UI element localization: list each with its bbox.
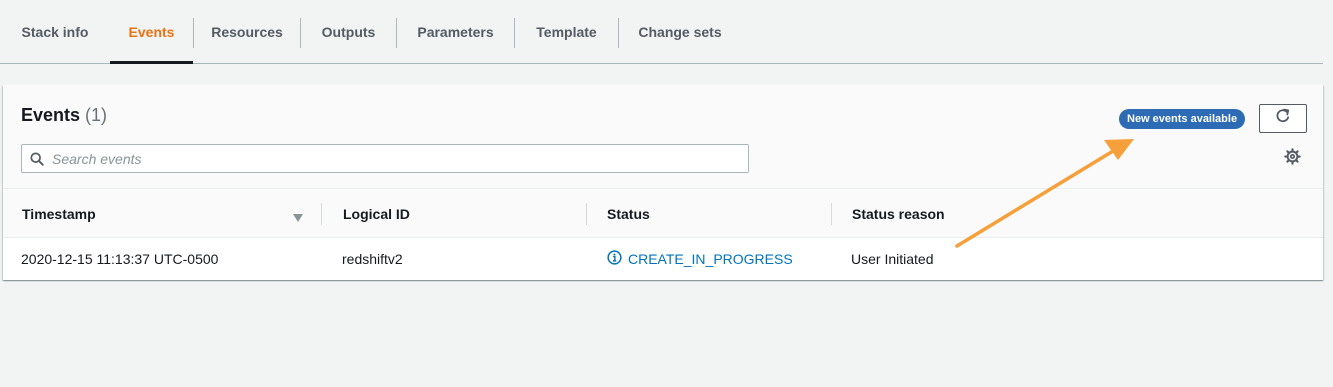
panel-title-text: Events bbox=[21, 105, 81, 125]
column-header-label: Status reason bbox=[852, 206, 945, 222]
tab-bar: Stack info Events Resources Outputs Para… bbox=[0, 0, 1323, 64]
table-header-row: Timestamp Logical ID Status Status reaso… bbox=[3, 190, 1323, 238]
status-link[interactable]: CREATE_IN_PROGRESS bbox=[607, 250, 793, 268]
tab-label: Template bbox=[536, 23, 597, 40]
tab-label: Outputs bbox=[321, 23, 376, 40]
column-header-label: Logical ID bbox=[343, 206, 410, 222]
column-header-logical-id[interactable]: Logical ID bbox=[343, 190, 410, 238]
refresh-icon bbox=[1275, 108, 1291, 129]
tab-change-sets[interactable]: Change sets bbox=[619, 0, 741, 63]
panel-header: Events (1) New events available bbox=[3, 85, 1323, 189]
tab-label: Change sets bbox=[638, 23, 722, 40]
tab-events[interactable]: Events bbox=[110, 0, 193, 64]
gear-icon bbox=[1283, 148, 1301, 170]
column-header-status[interactable]: Status bbox=[607, 190, 650, 238]
column-header-label: Timestamp bbox=[22, 206, 96, 222]
column-header-label: Status bbox=[607, 206, 650, 222]
refresh-button[interactable] bbox=[1259, 104, 1307, 133]
event-count: (1) bbox=[85, 105, 108, 125]
tab-label: Parameters bbox=[417, 23, 494, 40]
column-divider[interactable] bbox=[321, 203, 322, 225]
tab-template[interactable]: Template bbox=[515, 0, 618, 63]
cell-logical-id: redshiftv2 bbox=[342, 251, 403, 267]
cell-status: CREATE_IN_PROGRESS bbox=[607, 238, 793, 280]
tab-resources[interactable]: Resources bbox=[194, 0, 300, 63]
tab-label: Stack info bbox=[21, 23, 89, 40]
cell-timestamp: 2020-12-15 11:13:37 UTC-0500 bbox=[21, 251, 219, 267]
search-events-field[interactable] bbox=[21, 144, 749, 173]
tab-outputs[interactable]: Outputs bbox=[301, 0, 396, 63]
sort-descending-icon[interactable] bbox=[292, 210, 304, 222]
column-divider[interactable] bbox=[831, 203, 832, 225]
cell-status-reason: User Initiated bbox=[851, 251, 934, 267]
status-text: CREATE_IN_PROGRESS bbox=[628, 251, 793, 267]
table-row: 2020-12-15 11:13:37 UTC-0500 redshiftv2 … bbox=[3, 238, 1323, 280]
tab-label: Events bbox=[128, 23, 175, 40]
search-icon bbox=[22, 151, 52, 166]
preferences-button[interactable] bbox=[1282, 148, 1302, 170]
column-header-timestamp[interactable]: Timestamp bbox=[22, 190, 96, 238]
tab-stack-info[interactable]: Stack info bbox=[0, 0, 110, 63]
search-input[interactable] bbox=[52, 145, 748, 172]
column-header-status-reason[interactable]: Status reason bbox=[852, 190, 945, 238]
new-events-badge[interactable]: New events available bbox=[1119, 109, 1246, 129]
events-panel: Events (1) New events available bbox=[3, 85, 1323, 280]
tab-label: Resources bbox=[211, 23, 283, 40]
tab-parameters[interactable]: Parameters bbox=[397, 0, 514, 63]
info-icon bbox=[607, 250, 622, 268]
panel-title: Events (1) bbox=[21, 105, 107, 126]
column-divider[interactable] bbox=[586, 203, 587, 225]
